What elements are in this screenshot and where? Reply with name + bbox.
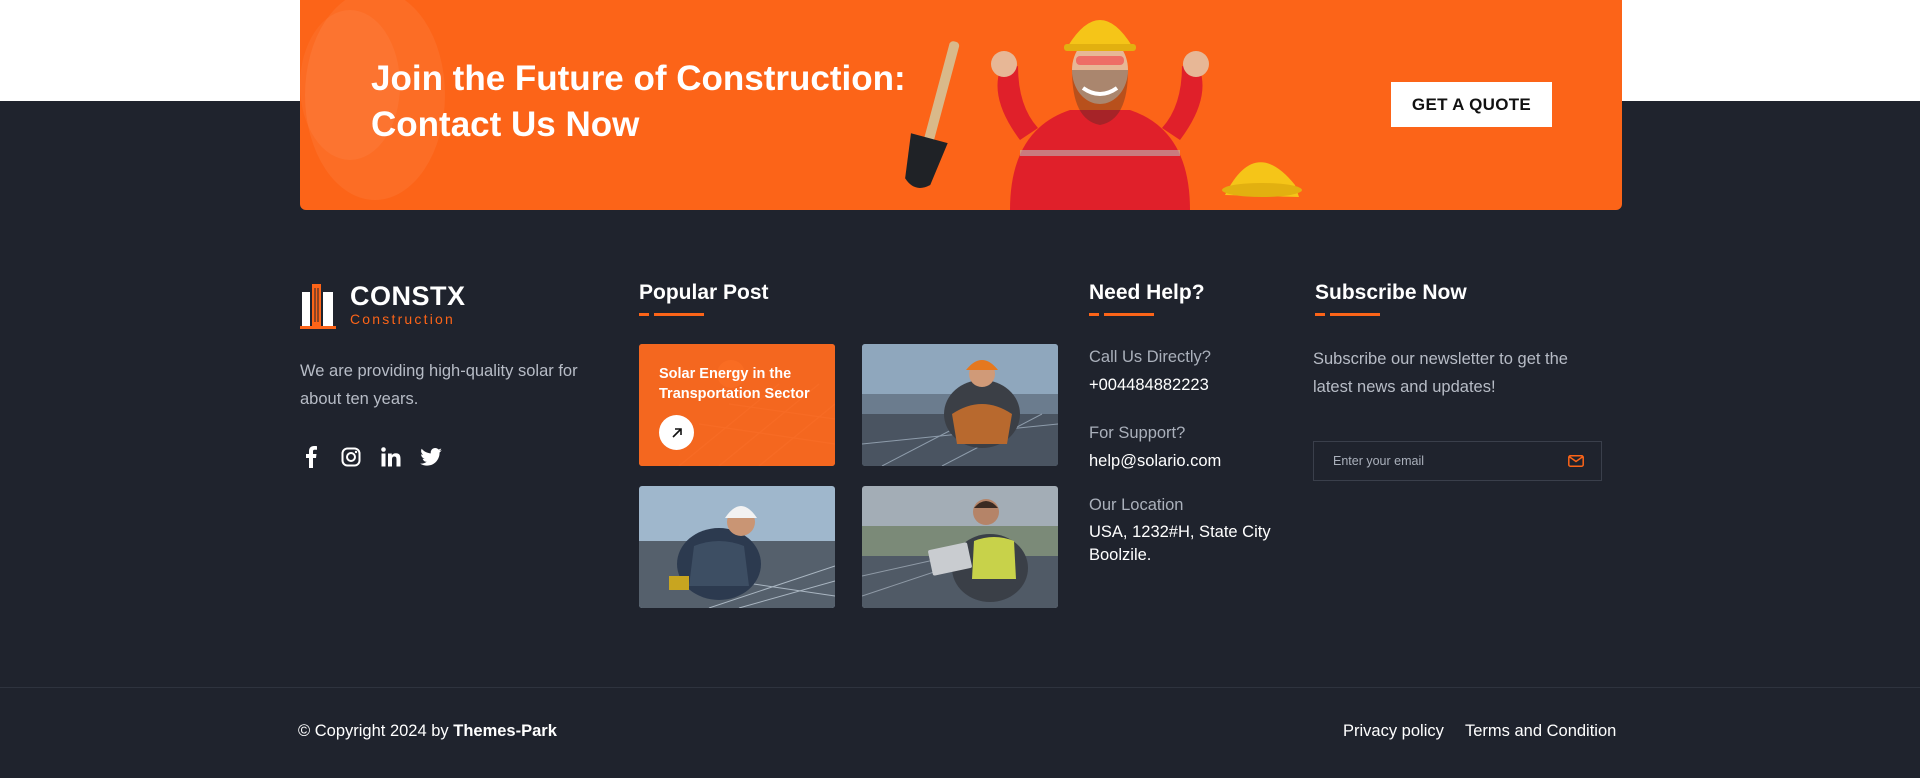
copyright-prefix: © Copyright 2024 by <box>298 722 454 740</box>
popular-post-title: Popular Post <box>639 281 769 304</box>
cta-banner: Join the Future of Construction: Contact… <box>300 0 1622 210</box>
arrow-up-right-icon[interactable] <box>659 415 694 450</box>
location-label: Our Location <box>1089 496 1184 514</box>
email-link[interactable]: help@solario.com <box>1089 450 1289 473</box>
brand-logo[interactable]: CONSTX Construction <box>300 280 466 330</box>
construction-worker-illustration <box>905 20 1302 210</box>
instagram-icon[interactable] <box>340 446 362 468</box>
post-card-3[interactable] <box>639 486 835 608</box>
linkedin-icon[interactable] <box>380 446 402 468</box>
cta-title: Join the Future of Construction: Contact… <box>371 56 931 148</box>
email-input[interactable] <box>1314 454 1551 468</box>
privacy-policy-link[interactable]: Privacy policy <box>1343 722 1444 741</box>
post-card-2[interactable] <box>862 344 1058 466</box>
social-links <box>300 446 442 468</box>
twitter-icon[interactable] <box>420 446 442 468</box>
copyright: © Copyright 2024 by Themes-Park <box>298 722 557 741</box>
subscribe-text: Subscribe our newsletter to get the late… <box>1313 350 1568 396</box>
subscribe-underline <box>1315 313 1385 316</box>
get-a-quote-button[interactable]: GET A QUOTE <box>1391 82 1552 127</box>
support-label: For Support? <box>1089 424 1186 442</box>
cta-title-line1: Join the Future of Construction: <box>371 59 906 98</box>
worker-laptop-image <box>862 486 1058 608</box>
terms-link[interactable]: Terms and Condition <box>1465 722 1616 741</box>
footer-divider <box>0 687 1920 688</box>
popular-post-underline <box>639 313 709 316</box>
worker-orange-helmet-image <box>862 344 1058 466</box>
subscribe-title: Subscribe Now <box>1315 281 1467 304</box>
post-card-4[interactable] <box>862 486 1058 608</box>
building-logo-icon <box>300 284 336 329</box>
location-value: USA, 1232#H, State City Boolzile. <box>1089 523 1271 564</box>
subscribe-form <box>1313 441 1602 481</box>
brand-name: CONSTX <box>350 281 466 311</box>
brand-tagline: Construction <box>350 311 455 327</box>
need-help-title: Need Help? <box>1089 281 1205 304</box>
copyright-owner-link[interactable]: Themes-Park <box>453 722 557 740</box>
facebook-icon[interactable] <box>300 446 322 468</box>
mail-send-icon[interactable] <box>1551 442 1601 480</box>
post-card-featured[interactable]: Solar Energy in the Transportation Secto… <box>639 344 835 466</box>
call-label: Call Us Directly? <box>1089 348 1211 366</box>
cta-title-line2: Contact Us Now <box>371 105 640 144</box>
phone-link[interactable]: +004484882223 <box>1089 374 1289 397</box>
post-card-title[interactable]: Solar Energy in the Transportation Secto… <box>659 364 829 404</box>
worker-white-helmet-image <box>639 486 835 608</box>
need-help-underline <box>1089 313 1159 316</box>
brand-about: We are providing high-quality solar for … <box>300 362 578 408</box>
